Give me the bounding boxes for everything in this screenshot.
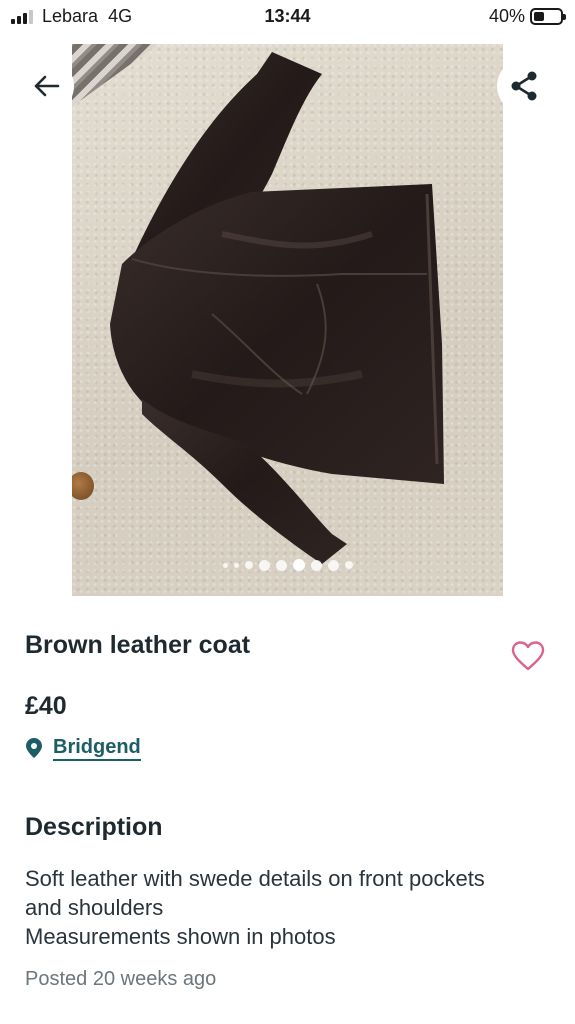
arrow-left-icon — [34, 75, 60, 97]
photo-dot[interactable] — [275, 559, 287, 571]
status-bar: Lebara 4G 13:44 40% — [0, 0, 575, 34]
photo-dot[interactable] — [310, 559, 322, 571]
heart-icon — [511, 641, 545, 671]
map-pin-icon — [26, 738, 42, 758]
share-icon — [511, 71, 537, 101]
battery-percent: 40% — [488, 6, 525, 26]
listing-price: £40 — [25, 692, 67, 720]
listing-title: Brown leather coat — [25, 631, 251, 659]
favorite-button[interactable] — [508, 638, 548, 674]
photo-pagination[interactable] — [0, 559, 575, 571]
listing-photo[interactable] — [72, 44, 503, 596]
description-text: Soft leather with swede details on front… — [25, 864, 555, 951]
photo-dot[interactable] — [344, 561, 353, 569]
description-heading: Description — [25, 813, 163, 841]
posted-date: Posted 20 weeks ago — [25, 968, 217, 990]
photo-dot[interactable] — [244, 561, 253, 569]
description-line: Measurements shown in photos — [25, 924, 336, 949]
listing-location[interactable]: Bridgend — [25, 735, 141, 761]
description-line: Soft leather with swede details on front… — [25, 866, 485, 891]
photo-dot[interactable] — [222, 562, 228, 568]
back-button-overlay[interactable] — [20, 59, 74, 113]
photo-dot[interactable] — [233, 562, 239, 568]
description-line: and shoulders — [25, 895, 164, 920]
location-link[interactable]: Bridgend — [53, 735, 141, 761]
photo-dot[interactable] — [327, 559, 339, 571]
photo-dot[interactable] — [292, 559, 305, 571]
leather-coat-image — [110, 52, 444, 564]
photo-dot[interactable] — [258, 559, 270, 571]
share-button[interactable] — [497, 59, 551, 113]
battery-icon — [530, 8, 566, 25]
